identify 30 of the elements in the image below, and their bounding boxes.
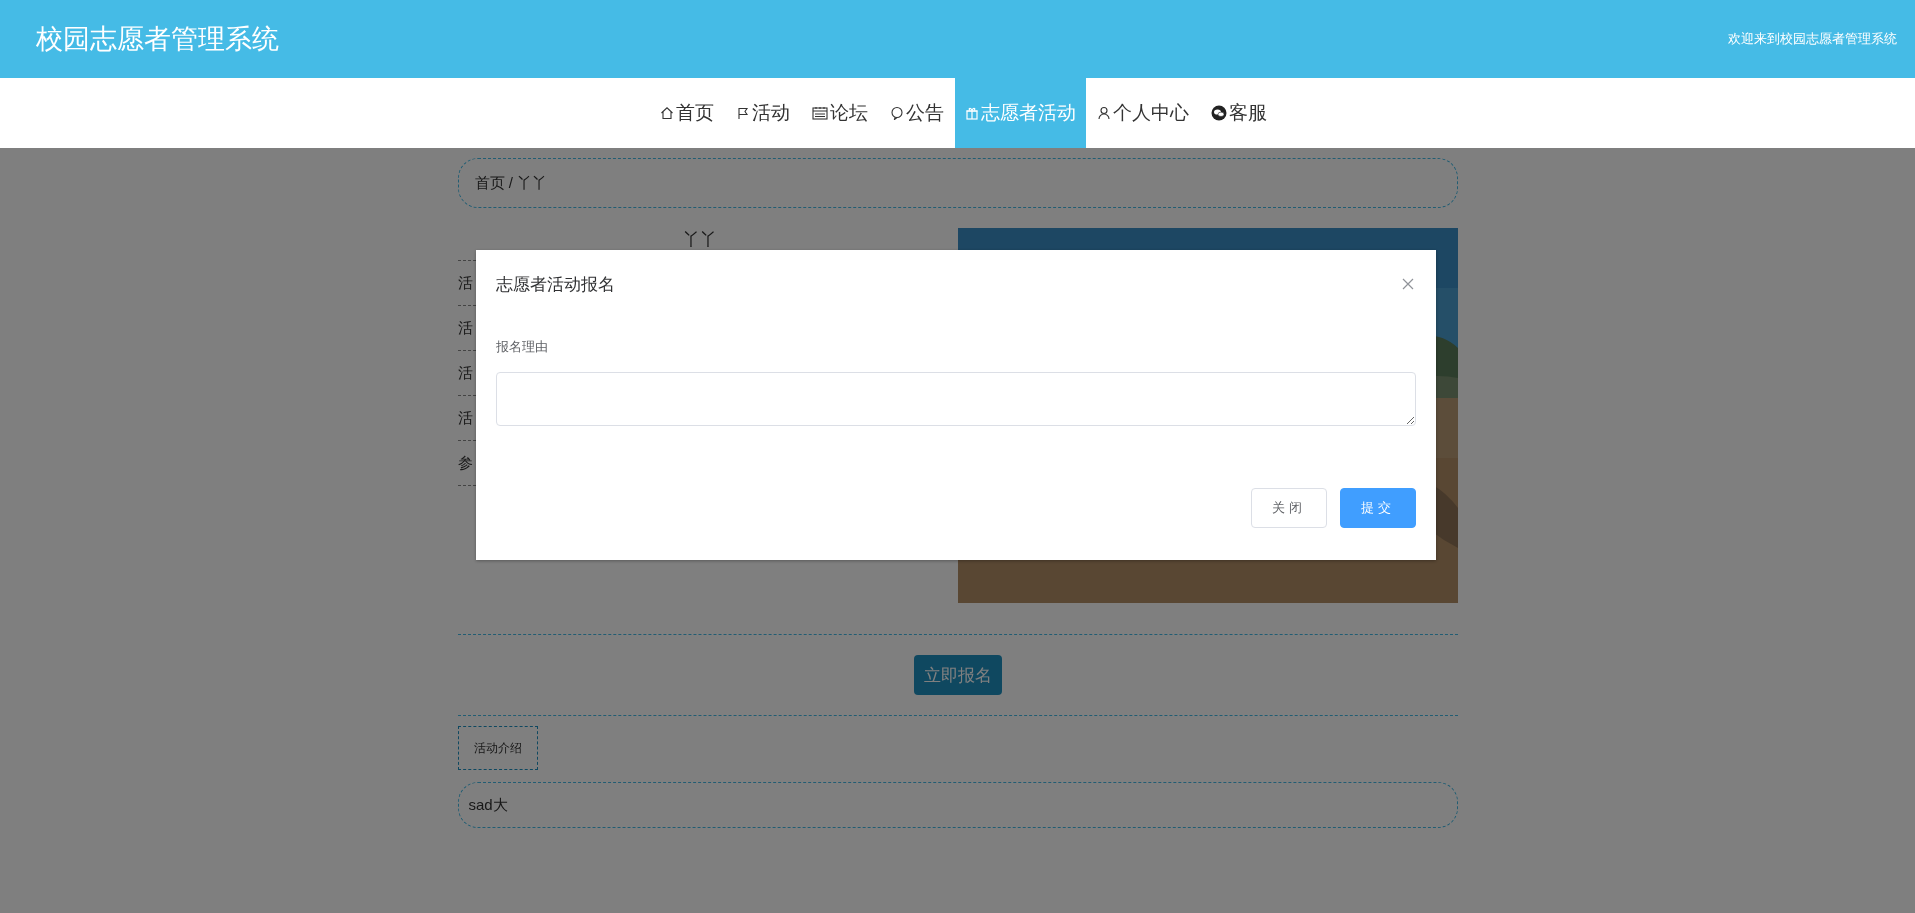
site-title: 校园志愿者管理系统 <box>36 23 279 56</box>
dialog-title: 志愿者活动报名 <box>496 273 615 296</box>
flag-icon <box>736 106 750 120</box>
chat-bubble-icon <box>890 106 904 120</box>
close-icon <box>1400 276 1416 292</box>
close-dialog-button[interactable]: 关闭 <box>1251 488 1327 528</box>
info-row-text: 活 <box>457 363 473 383</box>
info-row-text: 参 <box>457 453 473 473</box>
calendar-icon <box>812 106 828 120</box>
breadcrumb: 首页 / 丫丫 <box>457 158 1458 208</box>
chat-circle-icon <box>1211 105 1227 121</box>
nav-item[interactable]: 论坛 <box>801 78 879 148</box>
nav-item[interactable]: 活动 <box>725 78 801 148</box>
nav-item[interactable]: 首页 <box>649 78 725 148</box>
info-row-text: 活 <box>457 408 473 428</box>
welcome-text: 欢迎来到校园志愿者管理系统 <box>1728 30 1897 48</box>
person-icon <box>1097 106 1111 120</box>
activity-intro: sad大 <box>457 782 1458 828</box>
gift-icon <box>965 106 979 120</box>
info-row-text: 活 <box>457 273 473 293</box>
reason-field[interactable] <box>496 372 1416 426</box>
nav-item[interactable]: 公告 <box>879 78 955 148</box>
nav-item[interactable]: 客服 <box>1200 78 1278 148</box>
nav-item[interactable]: 个人中心 <box>1086 78 1200 148</box>
close-button[interactable] <box>1400 276 1416 292</box>
info-row-text: 活 <box>457 318 473 338</box>
home-icon <box>660 106 674 120</box>
tab[interactable]: 活动介绍 <box>457 726 538 770</box>
activity-title: 丫丫 <box>681 229 718 251</box>
field-label: 报名理由 <box>496 338 549 356</box>
